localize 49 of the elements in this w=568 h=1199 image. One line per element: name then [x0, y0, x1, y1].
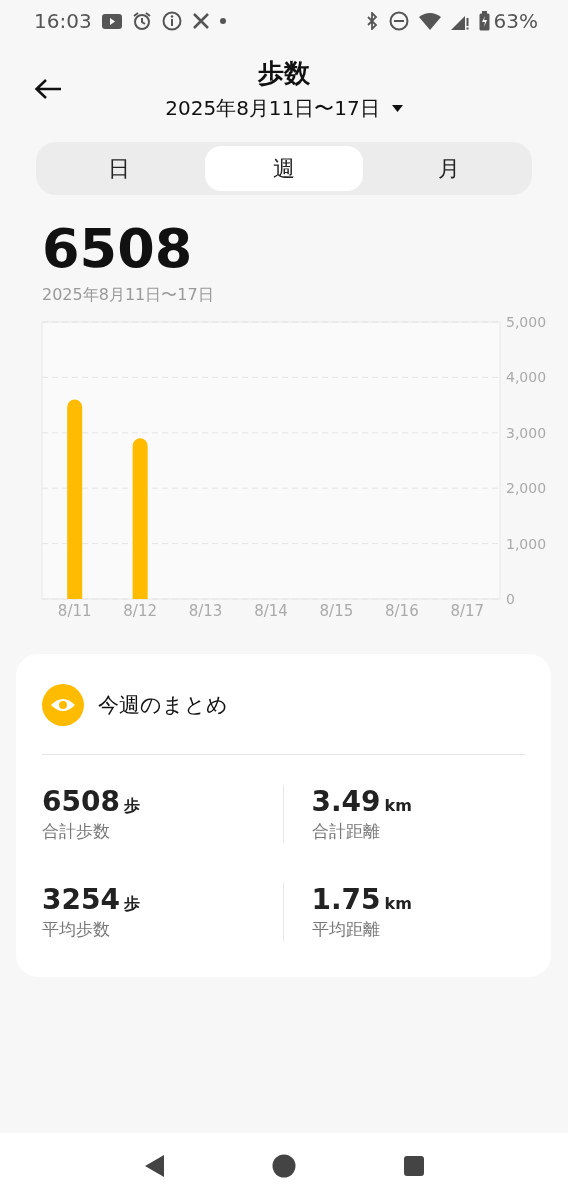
do-not-disturb-icon [388, 11, 409, 31]
wifi-icon [418, 12, 441, 30]
y-axis-label: 5,000 [506, 314, 547, 330]
stat-value: 1.75 [311, 883, 381, 916]
stat-label: 平均距離 [311, 918, 381, 941]
y-axis-label: 4,000 [506, 369, 547, 386]
x-axis-label: 8/17 [450, 602, 485, 618]
x-axis-label: 8/16 [385, 602, 419, 618]
battery-icon [478, 11, 490, 31]
y-axis-label: 3,000 [506, 424, 547, 441]
period-tab[interactable]: 日 [40, 146, 199, 191]
recents-nav-button[interactable] [404, 1156, 424, 1176]
stat-unit: km [384, 894, 412, 913]
page-title: 歩数 [258, 57, 310, 90]
summary-title: 今週のまとめ [98, 692, 228, 719]
x-axis-label: 8/14 [254, 602, 288, 618]
stat-label: 平均歩数 [42, 918, 111, 941]
date-range-selector[interactable]: 2025年8月11日〜17日 [165, 95, 380, 122]
stat-label: 合計距離 [311, 820, 381, 843]
stat-value: 3254 [42, 883, 120, 916]
play-icon [101, 13, 122, 29]
x-axis-label: 8/11 [57, 602, 92, 618]
clock-time: 16:03 [34, 9, 92, 33]
back-nav-button[interactable] [144, 1155, 164, 1177]
alarm-icon [131, 11, 152, 31]
total-steps: 6508 [42, 219, 568, 279]
home-nav-button[interactable] [272, 1154, 296, 1178]
stat-unit: 歩 [123, 796, 140, 817]
battery-percentage: 63% [493, 9, 538, 33]
dot-icon [219, 18, 226, 24]
period-tab[interactable]: 月 [369, 146, 528, 191]
period-tab[interactable]: 週 [204, 146, 364, 191]
x-mark-icon [191, 12, 210, 30]
x-axis-label: 8/13 [188, 602, 223, 618]
x-axis-label: 8/15 [319, 602, 354, 618]
stat-label: 合計歩数 [42, 820, 111, 843]
stat-value: 6508 [42, 785, 120, 818]
y-axis-label: 0 [506, 591, 515, 607]
stat-unit: km [384, 796, 412, 815]
y-axis-label: 2,000 [506, 480, 547, 497]
date-range-text: 2025年8月11日〜17日 [42, 285, 215, 306]
stat-unit: 歩 [123, 894, 140, 915]
bluetooth-icon [364, 12, 379, 30]
stat-value: 3.49 [311, 785, 381, 818]
eye-icon [42, 684, 84, 726]
y-axis-label: 1,000 [506, 535, 547, 552]
info-icon [161, 11, 182, 31]
dropdown-caret-icon[interactable] [391, 105, 403, 112]
x-axis-label: 8/12 [123, 602, 157, 618]
